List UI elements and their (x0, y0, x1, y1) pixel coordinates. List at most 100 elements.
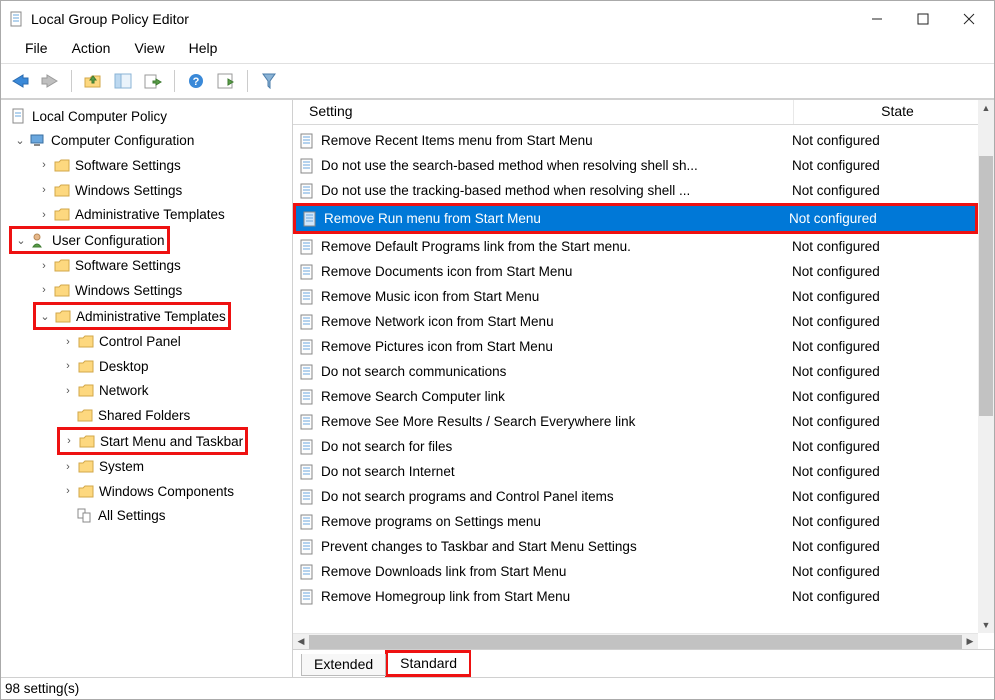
menu-file[interactable]: File (15, 38, 58, 58)
tree-cc-windows[interactable]: › Windows Settings (37, 179, 292, 201)
setting-row[interactable]: Do not search InternetNot configured (293, 459, 978, 484)
expand-icon[interactable]: › (62, 435, 76, 447)
policy-icon (299, 439, 315, 455)
setting-row[interactable]: Do not search communicationsNot configur… (293, 359, 978, 384)
setting-row[interactable]: Do not search for filesNot configured (293, 434, 978, 459)
tree-cc-admin[interactable]: › Administrative Templates (37, 204, 292, 226)
menu-help[interactable]: Help (179, 38, 228, 58)
scroll-thumb[interactable] (979, 156, 993, 416)
setting-state: Not configured (775, 211, 975, 226)
vertical-scrollbar[interactable]: ▲ ▼ (978, 100, 994, 633)
setting-row[interactable]: Do not search programs and Control Panel… (293, 484, 978, 509)
policy-icon (299, 514, 315, 530)
tree-start-menu-taskbar[interactable]: › Start Menu and Taskbar (62, 430, 243, 452)
collapse-icon[interactable]: ⌄ (38, 310, 52, 323)
expand-icon[interactable]: › (61, 360, 75, 372)
setting-row[interactable]: Remove Recent Items menu from Start Menu… (293, 128, 978, 153)
policy-icon (10, 108, 28, 124)
setting-row[interactable]: Remove Pictures icon from Start MenuNot … (293, 334, 978, 359)
expand-icon[interactable]: › (37, 260, 51, 272)
setting-row[interactable]: Remove Network icon from Start MenuNot c… (293, 309, 978, 334)
tree-label: Administrative Templates (76, 309, 226, 324)
back-button[interactable] (7, 68, 33, 94)
tree-control-panel[interactable]: › Control Panel (61, 331, 292, 353)
scroll-thumb[interactable] (309, 635, 962, 649)
expand-icon[interactable]: › (61, 385, 75, 397)
toolbar: ? (1, 63, 994, 99)
expand-icon[interactable]: › (37, 209, 51, 221)
tree-desktop[interactable]: › Desktop (61, 355, 292, 377)
setting-row[interactable]: Do not use the tracking-based method whe… (293, 178, 978, 203)
tree-cc-software[interactable]: › Software Settings (37, 154, 292, 176)
setting-row[interactable]: Remove Default Programs link from the St… (293, 234, 978, 259)
tree-computer-config[interactable]: ⌄ Computer Configuration (13, 130, 292, 152)
tree-windows-components[interactable]: › Windows Components (61, 480, 292, 502)
filter-button[interactable] (256, 68, 282, 94)
expand-icon[interactable]: › (37, 284, 51, 296)
scroll-up-icon[interactable]: ▲ (978, 100, 994, 116)
maximize-button[interactable] (900, 4, 946, 34)
column-setting[interactable]: Setting (293, 100, 794, 124)
export-button[interactable] (140, 68, 166, 94)
status-text: 98 setting(s) (5, 681, 79, 696)
setting-row[interactable]: Remove Music icon from Start MenuNot con… (293, 284, 978, 309)
tab-extended[interactable]: Extended (301, 654, 386, 676)
setting-row[interactable]: Prevent changes to Taskbar and Start Men… (293, 534, 978, 559)
list-body[interactable]: Remove Recent Items menu from Start Menu… (293, 128, 978, 617)
setting-row[interactable]: Remove Search Computer linkNot configure… (293, 384, 978, 409)
expand-icon[interactable]: › (61, 485, 75, 497)
setting-row[interactable]: Remove programs on Settings menuNot conf… (293, 509, 978, 534)
tree-network[interactable]: › Network (61, 380, 292, 402)
scroll-down-icon[interactable]: ▼ (978, 617, 994, 633)
setting-row[interactable]: Remove Homegroup link from Start MenuNot… (293, 584, 978, 609)
tree-uc-software[interactable]: › Software Settings (37, 255, 292, 277)
expand-icon[interactable]: › (37, 184, 51, 196)
collapse-icon[interactable]: ⌄ (13, 134, 27, 147)
tree-uc-windows[interactable]: › Windows Settings (37, 279, 292, 301)
setting-name: Do not search programs and Control Panel… (321, 489, 778, 504)
expand-icon[interactable]: › (37, 159, 51, 171)
computer-icon (29, 133, 47, 149)
tree-label: Software Settings (75, 158, 181, 173)
properties-button[interactable] (213, 68, 239, 94)
setting-name: Do not search communications (321, 364, 778, 379)
column-state[interactable]: State (794, 100, 994, 124)
policy-icon (299, 239, 315, 255)
minimize-button[interactable] (854, 4, 900, 34)
forward-button[interactable] (37, 68, 63, 94)
folder-icon (76, 407, 94, 423)
tree-system[interactable]: › System (61, 456, 292, 478)
tab-standard[interactable]: Standard (388, 653, 469, 674)
tree-root[interactable]: Local Computer Policy (9, 105, 292, 127)
folder-icon (78, 433, 96, 449)
close-button[interactable] (946, 4, 992, 34)
expand-icon[interactable]: › (61, 336, 75, 348)
setting-row[interactable]: Remove Documents icon from Start MenuNot… (293, 259, 978, 284)
collapse-icon[interactable]: ⌄ (14, 234, 28, 247)
policy-icon (299, 364, 315, 380)
setting-state: Not configured (778, 339, 978, 354)
policy-icon (299, 183, 315, 199)
horizontal-scrollbar[interactable]: ◀ ▶ (293, 633, 978, 649)
policy-icon (299, 389, 315, 405)
setting-row[interactable]: Remove Downloads link from Start MenuNot… (293, 559, 978, 584)
tree-pane[interactable]: Local Computer Policy ⌄ Computer Configu… (1, 100, 293, 677)
help-button[interactable]: ? (183, 68, 209, 94)
setting-row[interactable]: Remove Run menu from Start MenuNot confi… (296, 206, 975, 231)
scroll-right-icon[interactable]: ▶ (962, 634, 978, 650)
tree-shared-folders[interactable]: Shared Folders (75, 404, 292, 426)
setting-state: Not configured (778, 364, 978, 379)
menu-action[interactable]: Action (62, 38, 121, 58)
setting-name: Do not use the tracking-based method whe… (321, 183, 778, 198)
tree-all-settings[interactable]: All Settings (75, 505, 292, 527)
menu-view[interactable]: View (124, 38, 174, 58)
tree-uc-admin[interactable]: ⌄ Administrative Templates (38, 305, 226, 327)
setting-row[interactable]: Remove See More Results / Search Everywh… (293, 409, 978, 434)
up-folder-button[interactable] (80, 68, 106, 94)
scroll-left-icon[interactable]: ◀ (293, 634, 309, 650)
tree-user-config[interactable]: ⌄ User Configuration (14, 229, 165, 251)
show-tree-button[interactable] (110, 68, 136, 94)
setting-name: Do not search for files (321, 439, 778, 454)
expand-icon[interactable]: › (61, 461, 75, 473)
setting-row[interactable]: Do not use the search-based method when … (293, 153, 978, 178)
